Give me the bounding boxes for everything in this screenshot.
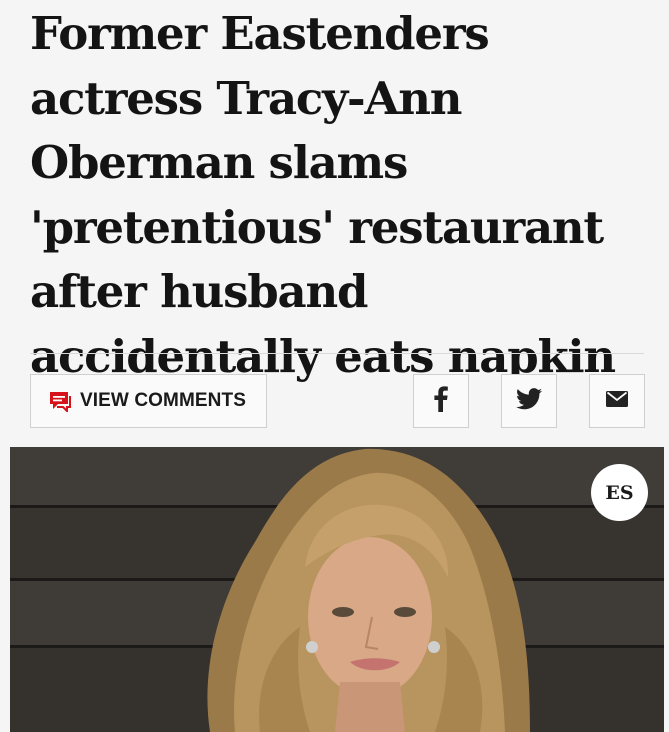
facebook-share-button[interactable] bbox=[413, 374, 469, 428]
twitter-icon bbox=[516, 387, 542, 415]
comment-bubble-icon bbox=[48, 390, 72, 412]
es-logo: ES bbox=[591, 464, 648, 521]
view-comments-button[interactable]: VIEW COMMENTS bbox=[30, 374, 267, 428]
portrait-photo bbox=[207, 448, 530, 732]
envelope-icon bbox=[606, 390, 628, 412]
hero-image: ES bbox=[10, 447, 664, 732]
article-headline: Former Eastenders actress Tracy-Ann Ober… bbox=[30, 7, 616, 383]
email-share-button[interactable] bbox=[589, 374, 645, 428]
view-comments-label: VIEW COMMENTS bbox=[80, 390, 246, 411]
twitter-share-button[interactable] bbox=[501, 374, 557, 428]
divider bbox=[30, 353, 644, 354]
facebook-icon bbox=[434, 385, 448, 417]
